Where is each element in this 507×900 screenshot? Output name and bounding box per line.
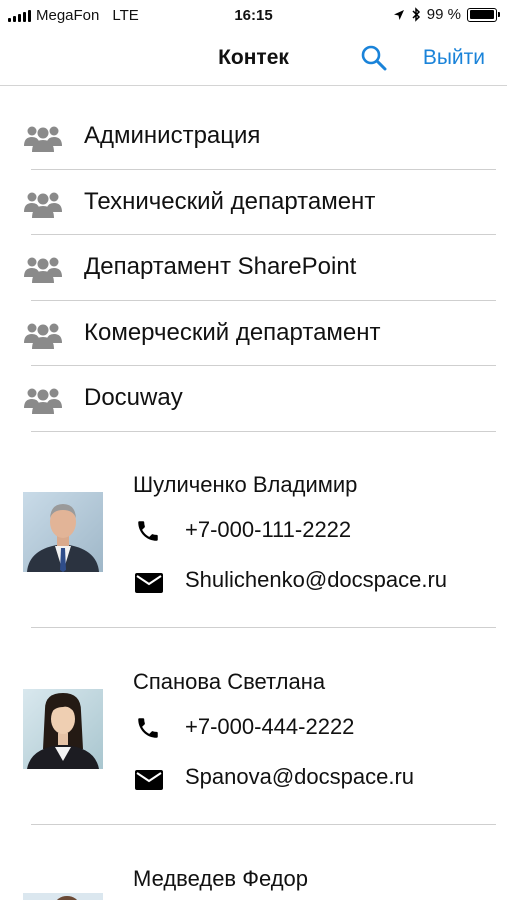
- contact-card[interactable]: Медведев Федор: [0, 866, 507, 900]
- mail-icon: [135, 770, 163, 790]
- divider: [31, 627, 496, 628]
- department-item[interactable]: Департамент SharePoint: [0, 235, 507, 301]
- department-label: Технический департамент: [84, 187, 376, 215]
- group-icon: [24, 192, 62, 218]
- contact-name: Шуличенко Владимир: [133, 472, 358, 497]
- divider: [31, 430, 496, 432]
- group-icon: [24, 257, 62, 283]
- department-list: Администрация Технический департамент Де…: [0, 104, 507, 432]
- department-item[interactable]: Docuway: [0, 366, 507, 432]
- phone-icon: [138, 521, 158, 541]
- contact-card[interactable]: Шуличенко Владимир +7-000-111-2222 Shuli…: [0, 472, 507, 668]
- contact-card[interactable]: Спанова Светлана +7-000-444-2222 Spanova…: [0, 669, 507, 865]
- avatar: [23, 890, 103, 900]
- group-icon: [24, 388, 62, 414]
- logout-button[interactable]: Выйти: [423, 46, 485, 70]
- contact-name: Спанова Светлана: [133, 669, 326, 694]
- contact-email[interactable]: Spanova@docspace.ru: [185, 764, 414, 790]
- nav-bar: Контек Выйти: [0, 32, 507, 86]
- department-item[interactable]: Технический департамент: [0, 170, 507, 235]
- avatar: [23, 689, 103, 769]
- department-label: Администрация: [84, 122, 261, 149]
- location-arrow-icon: [393, 9, 404, 20]
- department-item[interactable]: Администрация: [0, 104, 507, 170]
- status-right: 99 %: [393, 6, 500, 23]
- mail-icon: [135, 573, 163, 593]
- phone-icon: [138, 718, 158, 738]
- battery-percent: 99 %: [426, 6, 461, 23]
- group-icon: [24, 126, 62, 152]
- bluetooth-icon: [412, 7, 420, 22]
- battery-level: [469, 10, 495, 19]
- status-bar: MegaFon LTE 16:15 99 %: [0, 0, 507, 32]
- department-label: Docuway: [84, 384, 183, 411]
- department-label: Департамент SharePoint: [84, 253, 357, 280]
- department-item[interactable]: Комерческий департамент: [0, 301, 507, 366]
- avatar: [23, 492, 103, 572]
- battery-icon: [467, 7, 500, 22]
- contact-email[interactable]: Shulichenko@docspace.ru: [185, 567, 447, 593]
- divider: [31, 824, 496, 825]
- group-icon: [24, 323, 62, 349]
- contact-name: Медведев Федор: [133, 866, 309, 891]
- contact-phone[interactable]: +7-000-111-2222: [185, 517, 351, 543]
- contact-phone[interactable]: +7-000-444-2222: [185, 714, 354, 740]
- search-icon[interactable]: [360, 44, 388, 72]
- department-label: Комерческий департамент: [84, 318, 381, 346]
